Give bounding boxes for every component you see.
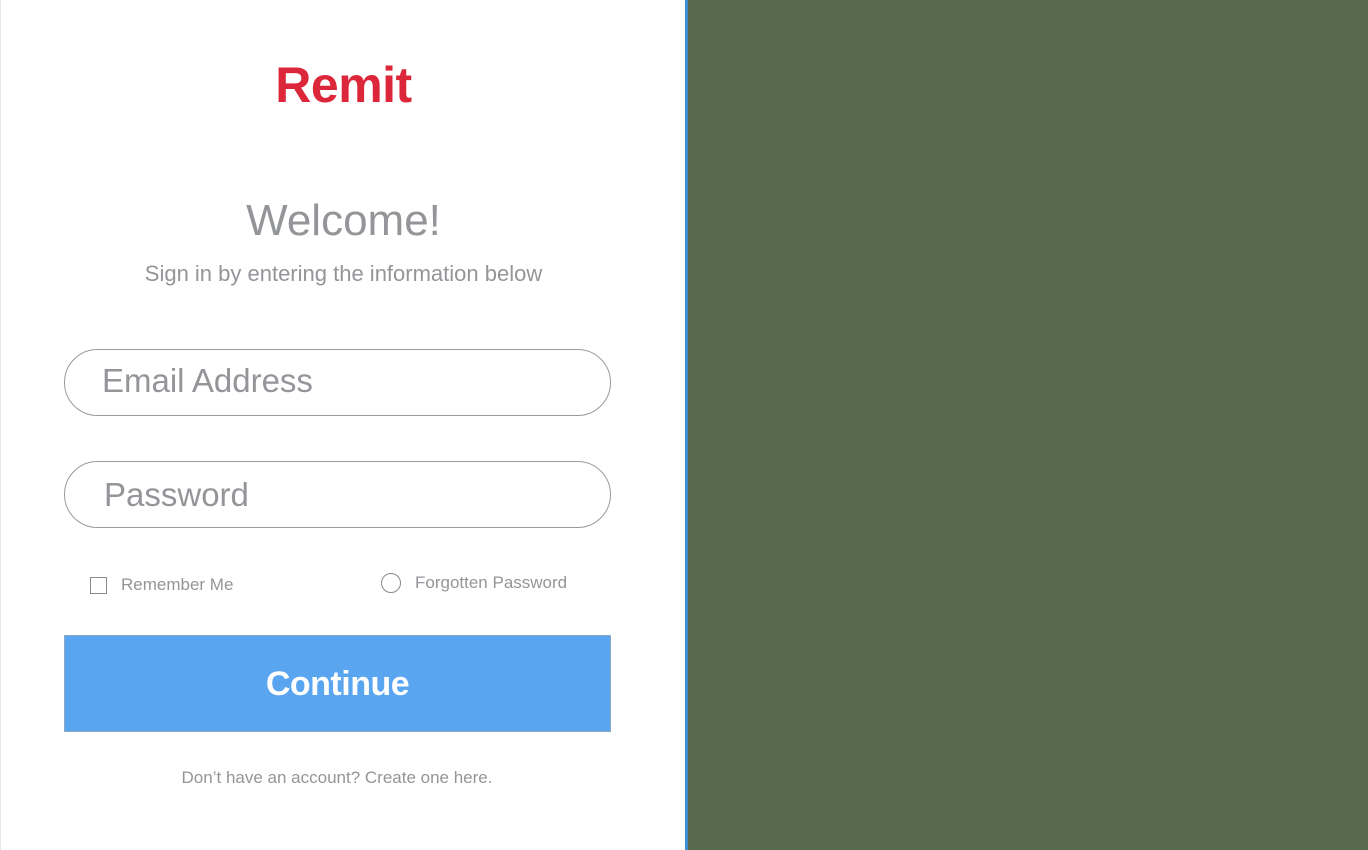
side-image-panel bbox=[688, 0, 1368, 850]
email-field-wrapper bbox=[64, 349, 611, 416]
brand-logo: Remit bbox=[275, 57, 412, 113]
remember-me-label: Remember Me bbox=[121, 575, 234, 594]
sign-in-panel: Remit Welcome! Sign in by entering the i… bbox=[0, 0, 685, 850]
forgotten-password-label: Forgotten Password bbox=[415, 573, 568, 592]
remember-me-option[interactable]: Remember Me bbox=[90, 575, 233, 595]
forgotten-password-radio[interactable] bbox=[381, 573, 401, 593]
remember-me-checkbox[interactable] bbox=[90, 576, 107, 594]
password-field[interactable] bbox=[102, 464, 566, 526]
page-subtitle: Sign in by entering the information belo… bbox=[144, 261, 543, 286]
email-field[interactable] bbox=[100, 350, 564, 412]
continue-button[interactable]: Continue bbox=[64, 635, 611, 732]
create-account-link[interactable]: Don’t have an account? Create one here. bbox=[1, 768, 673, 788]
forgotten-password-option[interactable]: Forgotten Password bbox=[381, 573, 567, 593]
login-page: Remit Welcome! Sign in by entering the i… bbox=[0, 0, 1368, 850]
password-field-wrapper bbox=[64, 461, 611, 528]
page-title: Welcome! bbox=[246, 196, 441, 245]
